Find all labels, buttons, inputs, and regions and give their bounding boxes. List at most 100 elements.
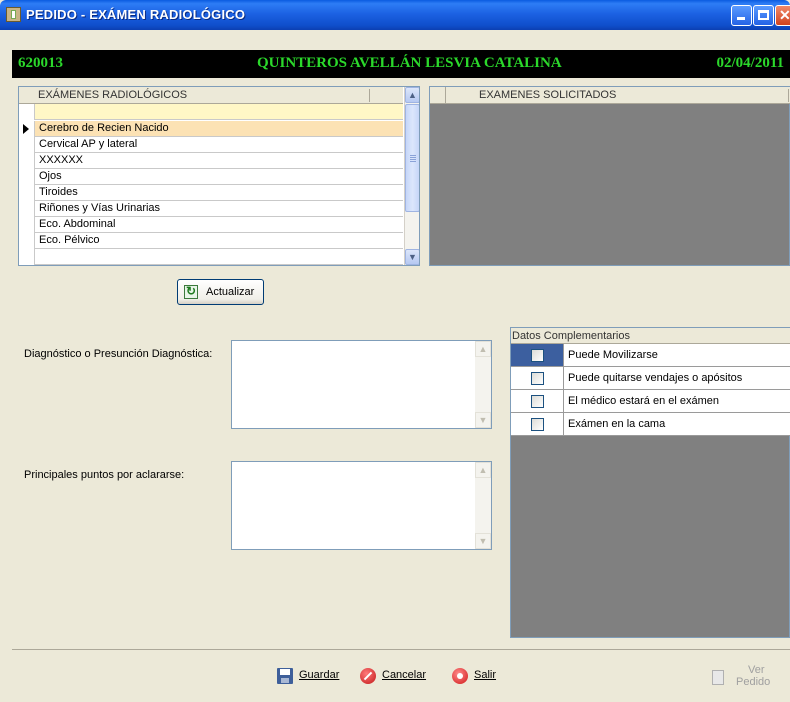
points-textarea[interactable] (231, 461, 492, 550)
checkbox-cell[interactable] (511, 344, 564, 366)
refresh-label: Actualizar (206, 286, 255, 298)
datos-item-label: Exámen en la cama (568, 418, 666, 430)
exam-row[interactable]: Tiroides (19, 185, 403, 201)
datos-item-label: Puede Movilizarse (568, 349, 658, 361)
diagnosis-scrollbar[interactable]: ▲ ▼ (475, 341, 491, 428)
scroll-up-button[interactable]: ▲ (475, 462, 491, 478)
datos-row-cama[interactable]: Exámen en la cama (511, 413, 790, 436)
chevron-up-icon: ▲ (408, 90, 417, 100)
column-separator (369, 89, 370, 102)
exams-scrollbar[interactable]: ▲ ▼ (404, 87, 419, 265)
maximize-icon (758, 10, 769, 20)
points-scrollbar[interactable]: ▲ ▼ (475, 462, 491, 549)
row-indicator[interactable] (19, 137, 35, 153)
close-button[interactable]: ✕ (775, 5, 790, 26)
datos-row-vendajes[interactable]: Puede quitarse vendajes o apósitos (511, 367, 790, 390)
datos-row-movilizarse[interactable]: Puede Movilizarse (511, 344, 790, 367)
scroll-down-button[interactable]: ▼ (475, 533, 491, 549)
exams-grid-header[interactable]: EXÁMENES RADIOLÓGICOS (19, 87, 403, 104)
checkbox-cell[interactable] (511, 390, 564, 412)
exam-name: Tiroides (39, 186, 78, 198)
new-row[interactable] (19, 104, 403, 120)
save-disk-icon (277, 668, 293, 684)
exam-row[interactable]: Ojos (19, 169, 403, 185)
checkbox-cell[interactable] (511, 413, 564, 435)
chevron-up-icon: ▲ (478, 344, 488, 354)
title-bar[interactable]: PEDIDO - EXÁMEN RADIOLÓGICO ✕ (0, 0, 790, 30)
patient-info-bar: 620013 QUINTEROS AVELLÁN LESVIA CATALINA… (12, 50, 790, 78)
datos-header-label: Datos Complementarios (512, 330, 630, 342)
scroll-up-button[interactable]: ▲ (405, 87, 419, 103)
checkbox-movilizarse[interactable] (531, 349, 544, 362)
exam-row-partial[interactable] (19, 249, 403, 265)
checkbox-medico[interactable] (531, 395, 544, 408)
requested-grid-header[interactable]: EXAMENES SOLICITADOS (430, 87, 790, 104)
chevron-up-icon: ▲ (478, 465, 488, 475)
exam-row-selected[interactable]: Cerebro de Recien Nacido (19, 121, 403, 137)
patient-id: 620013 (18, 55, 63, 71)
scroll-up-button[interactable]: ▲ (475, 341, 491, 357)
column-separator (788, 89, 789, 102)
exam-name: Eco. Abdominal (39, 218, 116, 230)
refresh-button[interactable]: Actualizar (177, 279, 264, 305)
exam-row[interactable]: Riñones y Vías Urinarias (19, 201, 403, 217)
requested-exams-grid[interactable]: EXAMENES SOLICITADOS (429, 86, 790, 266)
close-icon: ✕ (779, 7, 790, 23)
row-indicator[interactable] (19, 233, 35, 249)
view-order-label-line2: Pedido (736, 676, 771, 688)
exam-name: Cervical AP y lateral (39, 138, 138, 150)
diagnosis-textarea[interactable] (231, 340, 492, 429)
datos-row-medico[interactable]: El médico estará en el exámen (511, 390, 790, 413)
cancel-label: Cancelar (382, 669, 427, 681)
cancel-button[interactable]: Cancelar (360, 668, 432, 686)
header-corner (430, 87, 446, 103)
maximize-button[interactable] (753, 5, 774, 26)
exam-row[interactable]: Cervical AP y lateral (19, 137, 403, 153)
checkbox-vendajes[interactable] (531, 372, 544, 385)
datos-header: Datos Complementarios (511, 328, 790, 344)
row-indicator[interactable] (19, 217, 35, 233)
scroll-down-button[interactable]: ▼ (405, 249, 419, 265)
row-indicator[interactable] (19, 121, 35, 137)
save-label: Guardar (299, 669, 340, 681)
exam-row[interactable]: Eco. Pélvico (19, 233, 403, 249)
exam-name: Eco. Pélvico (39, 234, 100, 246)
exam-row[interactable]: Eco. Abdominal (19, 217, 403, 233)
scroll-thumb[interactable] (405, 104, 419, 212)
view-order-label-line1: Ver (748, 664, 765, 676)
patient-name: QUINTEROS AVELLÁN LESVIA CATALINA (257, 55, 562, 71)
chevron-down-icon: ▼ (478, 536, 488, 546)
row-indicator[interactable] (19, 201, 35, 217)
minimize-icon (737, 17, 745, 20)
view-order-button[interactable]: Ver Pedido (712, 663, 772, 693)
scroll-down-button[interactable]: ▼ (475, 412, 491, 428)
exam-row[interactable]: XXXXXX (19, 153, 403, 169)
exams-header-label: EXÁMENES RADIOLÓGICOS (38, 89, 188, 101)
exit-button[interactable]: Salir (452, 668, 502, 686)
exam-name: Cerebro de Recien Nacido (39, 122, 169, 134)
datos-item-label: Puede quitarse vendajes o apósitos (568, 372, 743, 384)
order-date: 02/04/2011 (716, 55, 784, 71)
row-indicator[interactable] (19, 185, 35, 201)
window-title: PEDIDO - EXÁMEN RADIOLÓGICO (26, 7, 246, 22)
row-indicator[interactable] (19, 249, 35, 265)
exam-name: Riñones y Vías Urinarias (39, 202, 161, 214)
chevron-down-icon: ▼ (478, 415, 488, 425)
save-button[interactable]: Guardar (277, 668, 347, 686)
minimize-button[interactable] (731, 5, 752, 26)
app-icon[interactable] (6, 7, 21, 22)
refresh-icon (184, 284, 198, 299)
row-indicator[interactable] (19, 153, 35, 169)
document-icon (712, 670, 724, 685)
exit-icon (452, 668, 468, 684)
row-indicator[interactable] (19, 104, 35, 120)
checkbox-cell[interactable] (511, 367, 564, 389)
row-indicator[interactable] (19, 169, 35, 185)
exams-grid[interactable]: EXÁMENES RADIOLÓGICOS Cerebro de Recien … (18, 86, 420, 266)
current-row-arrow-icon (23, 124, 29, 134)
checkbox-cama[interactable] (531, 418, 544, 431)
datos-complementarios-grid[interactable]: Datos Complementarios Puede Movilizarse … (510, 327, 790, 638)
exam-name: Ojos (39, 170, 62, 182)
exam-name: XXXXXX (39, 154, 84, 166)
datos-item-label: El médico estará en el exámen (568, 395, 720, 407)
